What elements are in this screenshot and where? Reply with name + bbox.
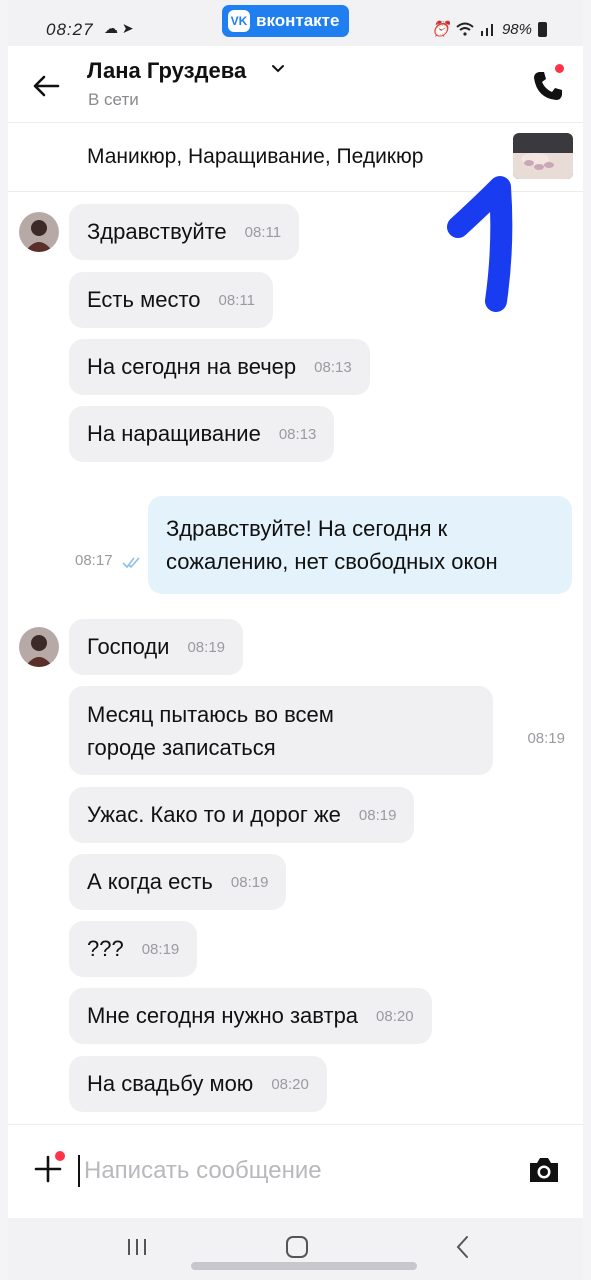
- message-bubble-incoming[interactable]: Месяц пытаюсь во всем городе записаться …: [69, 686, 565, 775]
- message-bubble-incoming[interactable]: На наращивание 08:13: [69, 406, 335, 462]
- message-text: Ужас. Како то и дорог же: [87, 802, 341, 827]
- signal-icon: [480, 24, 493, 36]
- contact-avatar[interactable]: [19, 627, 59, 667]
- nav-back-icon[interactable]: [450, 1232, 476, 1262]
- status-bar: 08:27 ☁ ➤ VK вконтакте ⏰ 98%: [8, 0, 583, 46]
- chevron-down-icon[interactable]: [270, 60, 286, 76]
- message-bubble-incoming[interactable]: Мне сегодня нужно завтра 08:20: [69, 988, 432, 1044]
- message-composer: [8, 1124, 583, 1218]
- attach-notification-dot: [55, 1151, 65, 1161]
- phone-screen: 08:27 ☁ ➤ VK вконтакте ⏰ 98% Лана Грузде…: [8, 0, 583, 1280]
- status-time: 08:27: [46, 20, 94, 39]
- message-bubble-incoming[interactable]: Здравствуйте 08:11: [69, 204, 300, 260]
- text-cursor: [78, 1155, 80, 1187]
- product-thumbnail-image[interactable]: [513, 133, 573, 179]
- message-text: Господи: [87, 634, 170, 659]
- recent-apps-icon[interactable]: [124, 1234, 150, 1260]
- message-text: Месяц пытаюсь во всем городе записаться: [87, 701, 334, 760]
- message-bubble-outgoing[interactable]: Здравствуйте! На сегодня к сожалению, не…: [148, 496, 572, 594]
- contact-name[interactable]: Лана Груздева: [87, 58, 246, 84]
- contact-avatar[interactable]: [19, 212, 59, 252]
- message-bubble-incoming[interactable]: А когда есть 08:19: [69, 854, 287, 910]
- message-text: На сегодня на вечер: [87, 354, 297, 379]
- home-icon[interactable]: [282, 1232, 312, 1262]
- camera-icon[interactable]: [527, 1155, 561, 1185]
- message-time: 08:17: [75, 552, 113, 569]
- message-time: 08:19: [187, 638, 226, 656]
- message-bubble-incoming[interactable]: На сегодня на вечер 08:13: [69, 339, 370, 395]
- message-input[interactable]: [84, 1155, 504, 1187]
- message-time: 08:19: [230, 873, 269, 891]
- back-arrow-icon[interactable]: [28, 68, 64, 104]
- message-time: 08:19: [358, 806, 397, 824]
- message-time: 08:19: [141, 940, 180, 958]
- message-text: Здравствуйте: [87, 219, 227, 244]
- gesture-handle[interactable]: [191, 1262, 417, 1270]
- message-bubble-incoming[interactable]: ??? 08:19: [69, 921, 198, 977]
- vk-app-badge-label: вконтакте: [256, 11, 340, 30]
- message-time: 08:20: [271, 1075, 309, 1093]
- message-text: А когда есть: [87, 869, 213, 894]
- message-bubble-incoming[interactable]: Господи 08:19: [69, 619, 244, 675]
- message-bubble-incoming[interactable]: Ужас. Како то и дорог же 08:19: [69, 787, 415, 843]
- status-right-icons: ⏰ 98%: [431, 20, 547, 38]
- read-checkmarks-icon: [122, 557, 140, 569]
- message-text: На наращивание: [87, 421, 261, 446]
- status-notification-icons: ☁ ➤: [104, 20, 134, 36]
- message-bubble-incoming[interactable]: На свадьбу мою 08:20: [69, 1056, 327, 1112]
- message-text: ???: [87, 936, 124, 961]
- vk-app-badge: VK вконтакте: [222, 5, 350, 37]
- annotation-number-marker: [447, 176, 513, 312]
- message-time: 08:13: [278, 425, 317, 443]
- message-time: 08:11: [244, 223, 282, 241]
- vk-logo-icon: VK: [228, 10, 250, 32]
- message-text: Здравствуйте! На сегодня к сожалению, не…: [166, 516, 498, 574]
- message-list[interactable]: Здравствуйте 08:11 Есть место 08:11 На с…: [8, 192, 583, 1124]
- call-notification-dot: [555, 64, 564, 73]
- battery-percent: 98%: [501, 20, 532, 38]
- battery-icon: [538, 21, 547, 37]
- message-text: На свадьбу мою: [87, 1071, 254, 1096]
- message-time: 08:19: [527, 730, 565, 747]
- message-time: 08:13: [314, 358, 352, 376]
- message-time: 08:11: [218, 291, 255, 309]
- message-time: 08:20: [376, 1007, 414, 1025]
- message-text: Мне сегодня нужно завтра: [87, 1003, 359, 1028]
- message-bubble-incoming[interactable]: Есть место 08:11: [69, 272, 273, 328]
- wifi-icon: [456, 22, 474, 36]
- contact-online-status: В сети: [88, 90, 139, 109]
- message-text: Есть место: [87, 287, 201, 312]
- alarm-icon: ⏰: [431, 21, 450, 38]
- chat-header: Лана Груздева В сети: [8, 46, 583, 122]
- pinned-product-title[interactable]: Маникюр, Наращивание, Педикюр: [87, 145, 423, 169]
- system-navigation-bar: [8, 1218, 583, 1280]
